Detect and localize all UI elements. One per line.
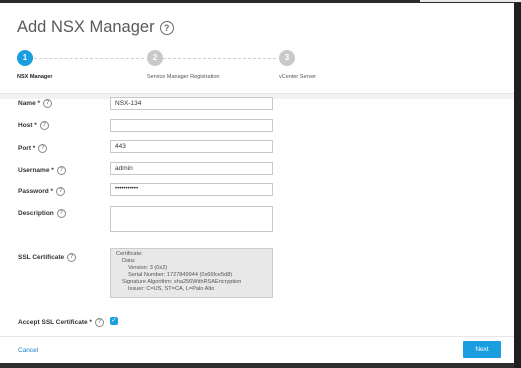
port-field[interactable] bbox=[110, 140, 273, 153]
cancel-button[interactable]: Cancel bbox=[18, 347, 38, 354]
cert-line: Version: 3 (0x2) bbox=[128, 265, 168, 271]
accept-ssl-label-text: Accept SSL Certificate * bbox=[18, 319, 92, 327]
ssl-certificate-label: SSL Certificate? bbox=[18, 253, 77, 262]
port-label: Port *? bbox=[18, 144, 48, 153]
step-connector-2 bbox=[163, 58, 276, 59]
username-field[interactable] bbox=[110, 162, 273, 175]
password-field[interactable]: ••••••••••• bbox=[110, 183, 273, 196]
host-help-icon[interactable]: ? bbox=[39, 121, 49, 130]
description-label-text: Description bbox=[18, 210, 54, 218]
accept-ssl-label: Accept SSL Certificate *? bbox=[18, 318, 104, 327]
window-top-accent bbox=[420, 0, 521, 2]
description-label: Description? bbox=[18, 209, 66, 218]
port-help-icon[interactable]: ? bbox=[38, 144, 48, 153]
host-label-text: Host * bbox=[18, 122, 37, 130]
port-label-text: Port * bbox=[18, 145, 36, 153]
name-label-text: Name * bbox=[18, 100, 41, 108]
step-2-label[interactable]: Service Manager Registration bbox=[147, 74, 219, 80]
step-3-indicator[interactable]: 3 bbox=[279, 50, 295, 66]
wizard-steps: 1 NSX Manager 2 Service Manager Registra… bbox=[0, 50, 514, 90]
dialog-title-text: Add NSX Manager bbox=[17, 18, 155, 36]
username-label: Username *? bbox=[18, 166, 66, 175]
ssl-certificate-text[interactable]: Certificate: Data: Version: 3 (0x2) Seri… bbox=[110, 248, 273, 298]
password-label: Password *? bbox=[18, 187, 66, 196]
description-field[interactable] bbox=[110, 206, 273, 232]
password-help-icon[interactable]: ? bbox=[56, 187, 66, 196]
step-1-label[interactable]: NSX Manager bbox=[17, 74, 52, 80]
accept-ssl-checkbox[interactable]: ✓ bbox=[110, 317, 118, 325]
window-bottom-edge bbox=[0, 363, 514, 368]
step-1-indicator[interactable]: 1 bbox=[17, 50, 33, 66]
cert-line: Certificate: bbox=[116, 251, 143, 257]
name-field[interactable] bbox=[110, 97, 273, 110]
next-button[interactable]: Next bbox=[463, 341, 501, 358]
password-label-text: Password * bbox=[18, 188, 54, 196]
host-field[interactable] bbox=[110, 119, 273, 132]
username-label-text: Username * bbox=[18, 167, 54, 175]
add-nsx-manager-dialog: Add NSX Manager? 1 NSX Manager 2 Service… bbox=[0, 3, 514, 363]
step-3-label[interactable]: vCenter Server bbox=[279, 74, 316, 80]
footer-divider bbox=[0, 336, 514, 337]
window-right-edge bbox=[514, 3, 521, 368]
description-help-icon[interactable]: ? bbox=[56, 209, 66, 218]
cert-line: Serial Number: 1727849944 (0x66fce5d8) bbox=[128, 272, 233, 278]
cert-line: Signature Algorithm: sha256WithRSAEncryp… bbox=[122, 279, 242, 285]
dialog-title: Add NSX Manager? bbox=[17, 18, 174, 37]
checkmark-icon: ✓ bbox=[111, 317, 117, 324]
ssl-certificate-label-text: SSL Certificate bbox=[18, 254, 65, 262]
username-help-icon[interactable]: ? bbox=[56, 166, 66, 175]
help-icon[interactable]: ? bbox=[159, 20, 174, 35]
name-help-icon[interactable]: ? bbox=[43, 99, 53, 108]
host-label: Host *? bbox=[18, 121, 49, 130]
accept-ssl-help-icon[interactable]: ? bbox=[94, 318, 104, 327]
cert-line: Data: bbox=[122, 258, 136, 264]
name-label: Name *? bbox=[18, 99, 53, 108]
ssl-help-icon[interactable]: ? bbox=[67, 253, 77, 262]
cert-line: Issuer: C=US, ST=CA, L=Palo Alto bbox=[128, 286, 215, 292]
step-2-indicator[interactable]: 2 bbox=[147, 50, 163, 66]
step-connector-1 bbox=[34, 58, 144, 59]
